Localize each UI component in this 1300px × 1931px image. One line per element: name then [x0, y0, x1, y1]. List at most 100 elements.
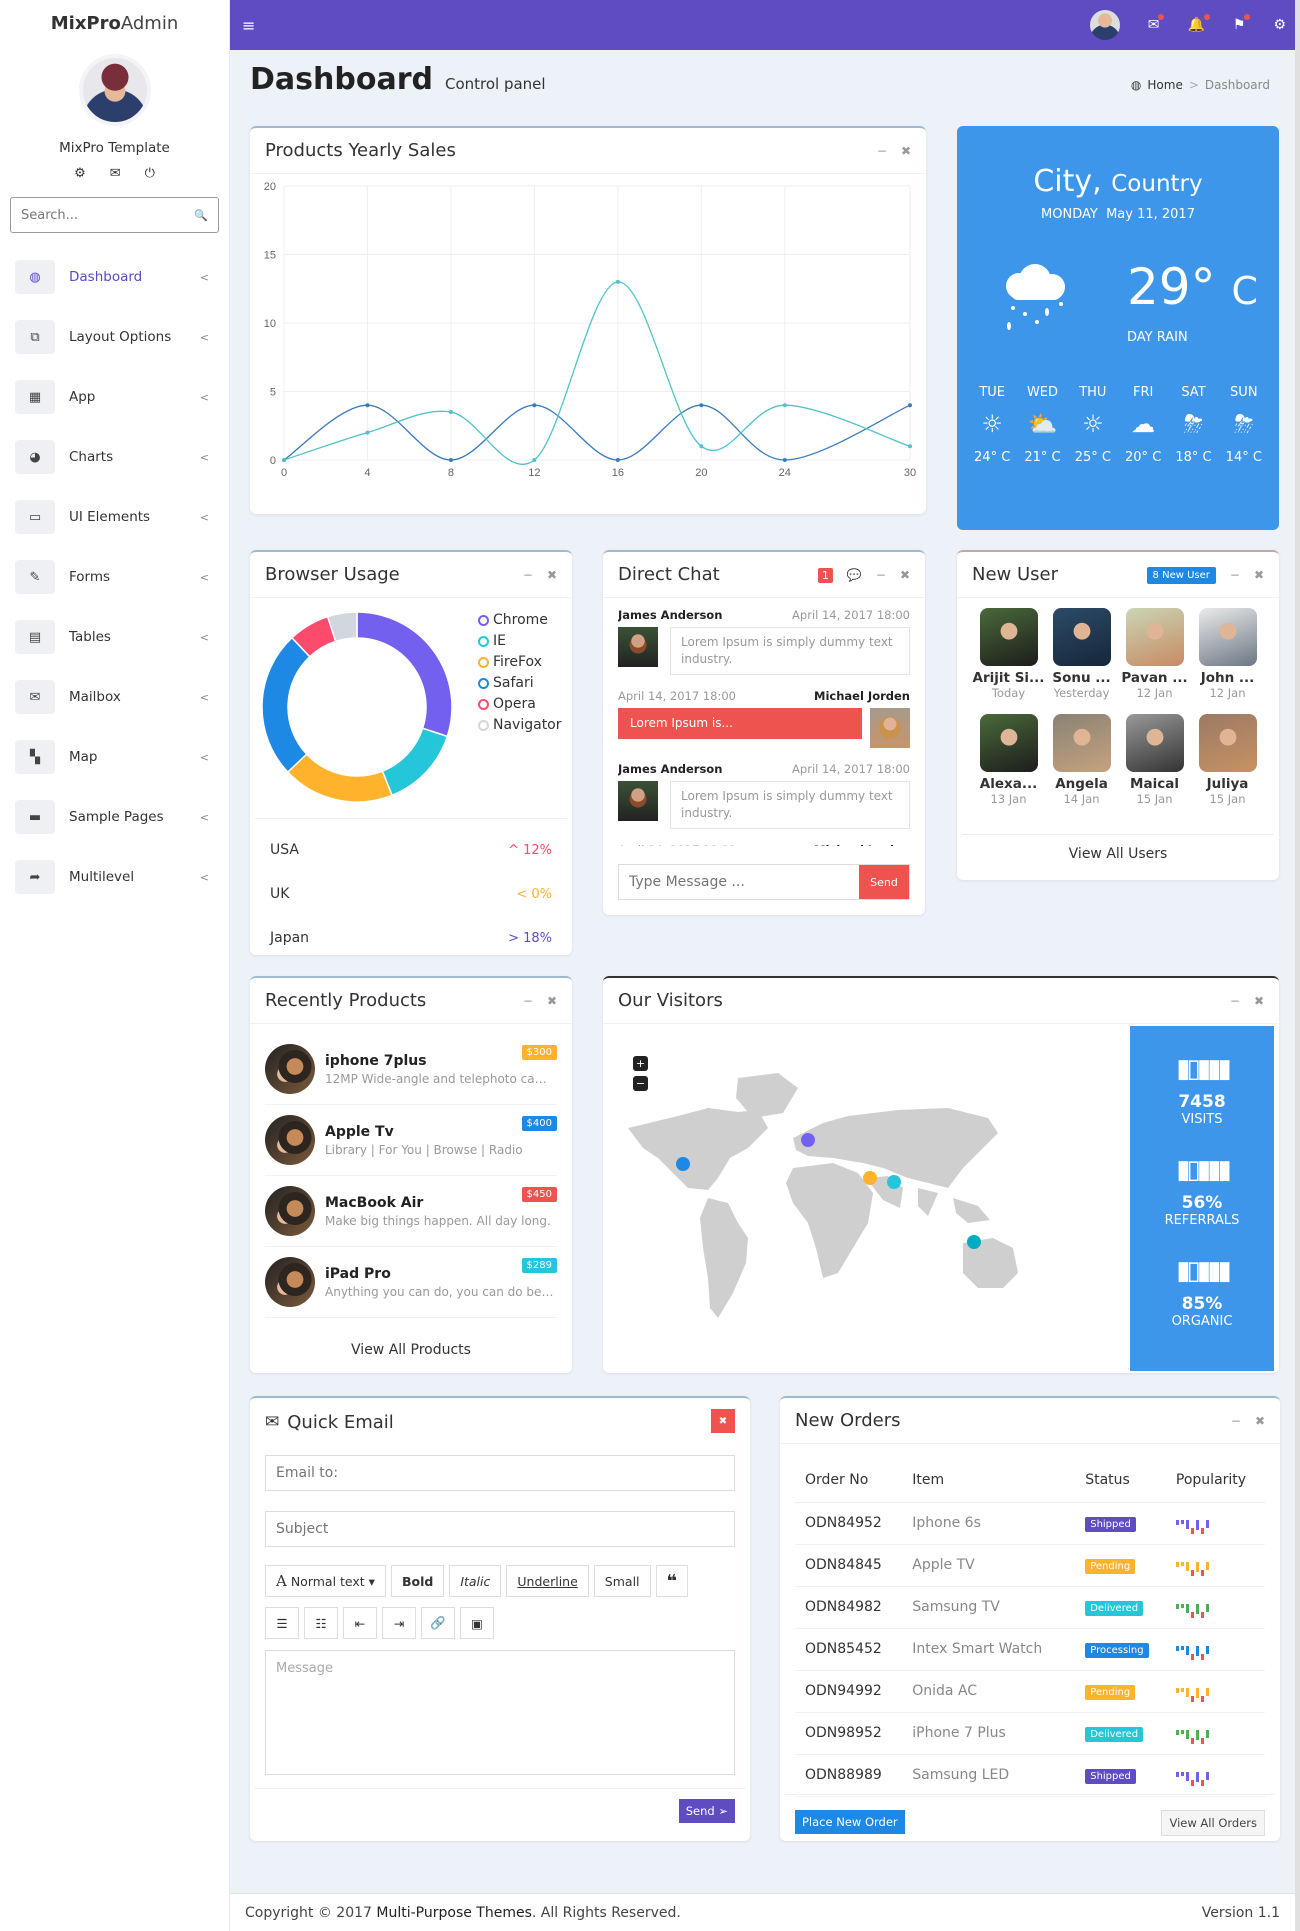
order-number[interactable]: ODN85452 [795, 1628, 903, 1671]
image-icon[interactable]: ▣ [460, 1607, 494, 1639]
underline-button[interactable]: Underline [506, 1565, 589, 1597]
gear-icon[interactable]: ⚙ [74, 166, 86, 181]
close-icon[interactable]: ✖ [1254, 568, 1264, 582]
minimize-icon[interactable]: − [1230, 568, 1240, 582]
italic-button[interactable]: Italic [449, 1565, 502, 1597]
search-icon[interactable]: 🔍 [194, 209, 208, 222]
map-marker-australia[interactable] [967, 1235, 981, 1249]
map-marker-california[interactable] [676, 1157, 690, 1171]
message-textarea[interactable]: Message [265, 1650, 735, 1775]
order-number[interactable]: ODN84952 [795, 1502, 903, 1545]
send-email-button[interactable]: Send ➢ [678, 1799, 735, 1823]
company-link[interactable]: Multi-Purpose Themes [376, 1905, 532, 1921]
breadcrumb-home[interactable]: Home [1147, 78, 1182, 92]
order-number[interactable]: ODN94992 [795, 1670, 903, 1713]
order-number[interactable]: ODN88989 [795, 1754, 903, 1797]
order-row[interactable]: ODN88989 Samsung LED Shipped [795, 1754, 1265, 1797]
donut-slice-firefox[interactable] [286, 753, 393, 802]
order-number[interactable]: ODN84845 [795, 1544, 903, 1587]
user-card[interactable]: Alexa... 13 Jan [972, 714, 1045, 806]
column-header[interactable]: Popularity [1165, 1458, 1265, 1503]
sidebar-item-multilevel[interactable]: ➦ Multilevel < [0, 847, 229, 907]
email-to-input[interactable] [265, 1455, 735, 1491]
gear-icon[interactable]: ⚙ [1273, 17, 1286, 33]
user-card[interactable]: John ... 12 Jan [1191, 608, 1264, 700]
quote-button[interactable]: ❝ [655, 1565, 689, 1597]
link-icon[interactable]: 🔗 [421, 1607, 455, 1639]
world-map[interactable]: + − [618, 1038, 1128, 1378]
data-point[interactable] [448, 410, 453, 415]
close-icon[interactable]: ✖ [900, 568, 910, 582]
envelope-icon[interactable]: ✉ [110, 166, 121, 181]
data-point[interactable] [782, 458, 787, 462]
user-card[interactable]: Maical 15 Jan [1118, 714, 1191, 806]
user-avatar[interactable] [78, 54, 151, 126]
product-item[interactable]: Apple Tv Library | For You | Browse | Rad… [265, 1105, 557, 1176]
donut-slice-ie[interactable] [381, 727, 449, 797]
column-header[interactable]: Status [1075, 1458, 1166, 1503]
minimize-icon[interactable]: − [1230, 994, 1240, 1008]
order-number[interactable]: ODN98952 [795, 1712, 903, 1755]
chat-send-button[interactable]: Send [859, 865, 909, 899]
product-item[interactable]: iphone 7plus 12MP Wide-angle and telephot… [265, 1034, 557, 1105]
sidebar-item-charts[interactable]: ◕ Charts < [0, 427, 229, 487]
view-all-products-link[interactable]: View All Products [250, 1342, 572, 1358]
data-point[interactable] [699, 444, 704, 449]
data-point[interactable] [532, 458, 537, 462]
text-format-dropdown[interactable]: A Normal text ▾ [265, 1565, 386, 1597]
user-avatar-small[interactable] [1089, 10, 1120, 40]
order-row[interactable]: ODN85452 Intex Smart Watch Processing [795, 1628, 1265, 1671]
minimize-icon[interactable]: − [877, 144, 887, 158]
data-point[interactable] [782, 403, 787, 408]
map-marker-arabia[interactable] [863, 1171, 877, 1185]
close-icon[interactable]: ✖ [901, 144, 911, 158]
close-button[interactable]: ✖ [711, 1409, 735, 1433]
unordered-list-icon[interactable]: ☰ [265, 1607, 299, 1639]
data-point[interactable] [615, 458, 620, 462]
legend-item[interactable]: Navigator [478, 715, 562, 736]
chat-messages[interactable]: James Anderson April 14, 2017 18:00 Lorem … [618, 608, 910, 846]
data-point[interactable] [448, 458, 453, 462]
sidebar-item-mailbox[interactable]: ✉ Mailbox < [0, 667, 229, 727]
map-marker-india[interactable] [887, 1175, 901, 1189]
order-row[interactable]: ODN84952 Iphone 6s Shipped [795, 1502, 1265, 1545]
data-point[interactable] [908, 444, 912, 449]
order-row[interactable]: ODN84982 Samsung TV Delivered [795, 1586, 1265, 1629]
column-header[interactable]: Order No [795, 1458, 903, 1503]
sender-avatar[interactable] [870, 708, 910, 748]
legend-item[interactable]: Safari [478, 673, 562, 694]
user-card[interactable]: Juliya 15 Jan [1191, 714, 1264, 806]
view-all-orders-button[interactable]: View All Orders [1161, 1810, 1265, 1836]
sidebar-item-forms[interactable]: ✎ Forms < [0, 547, 229, 607]
minimize-icon[interactable]: − [523, 994, 533, 1008]
legend-item[interactable]: FireFox [478, 652, 562, 673]
chat-message-input[interactable] [619, 865, 859, 899]
sidebar-item-map[interactable]: ▚ Map < [0, 727, 229, 787]
indent-icon[interactable]: ⇥ [382, 1607, 416, 1639]
small-button[interactable]: Small [593, 1565, 651, 1597]
bold-button[interactable]: Bold [390, 1565, 445, 1597]
user-card[interactable]: Arijit Si... Today [972, 608, 1045, 700]
sidebar-item-sample-pages[interactable]: ▬ Sample Pages < [0, 787, 229, 847]
place-new-order-button[interactable]: Place New Order [795, 1810, 905, 1834]
user-card[interactable]: Sonu ... Yesterday [1045, 608, 1118, 700]
outdent-icon[interactable]: ⇤ [343, 1607, 377, 1639]
data-point[interactable] [365, 403, 370, 408]
sidebar-item-app[interactable]: ▦ App < [0, 367, 229, 427]
sidebar-item-dashboard[interactable]: ◍ Dashboard < [0, 247, 229, 307]
close-icon[interactable]: ✖ [547, 994, 557, 1008]
power-icon[interactable]: ⏻ [145, 166, 155, 181]
sidebar-item-layout-options[interactable]: ⧉ Layout Options < [0, 307, 229, 367]
data-point[interactable] [615, 279, 620, 284]
menu-toggle-icon[interactable]: ≡ [242, 16, 255, 35]
user-card[interactable]: Pavan ... 12 Jan [1118, 608, 1191, 700]
data-point[interactable] [908, 403, 912, 408]
data-point[interactable] [532, 403, 537, 408]
minimize-icon[interactable]: − [1231, 1414, 1241, 1428]
product-item[interactable]: iPad Pro Anything you can do, you can do … [265, 1247, 557, 1318]
order-number[interactable]: ODN84982 [795, 1586, 903, 1629]
chat-bubbles-icon[interactable]: 💬 [847, 568, 862, 582]
data-point[interactable] [282, 458, 286, 462]
ordered-list-icon[interactable]: ☷ [304, 1607, 338, 1639]
email-subject-input[interactable] [265, 1511, 735, 1547]
